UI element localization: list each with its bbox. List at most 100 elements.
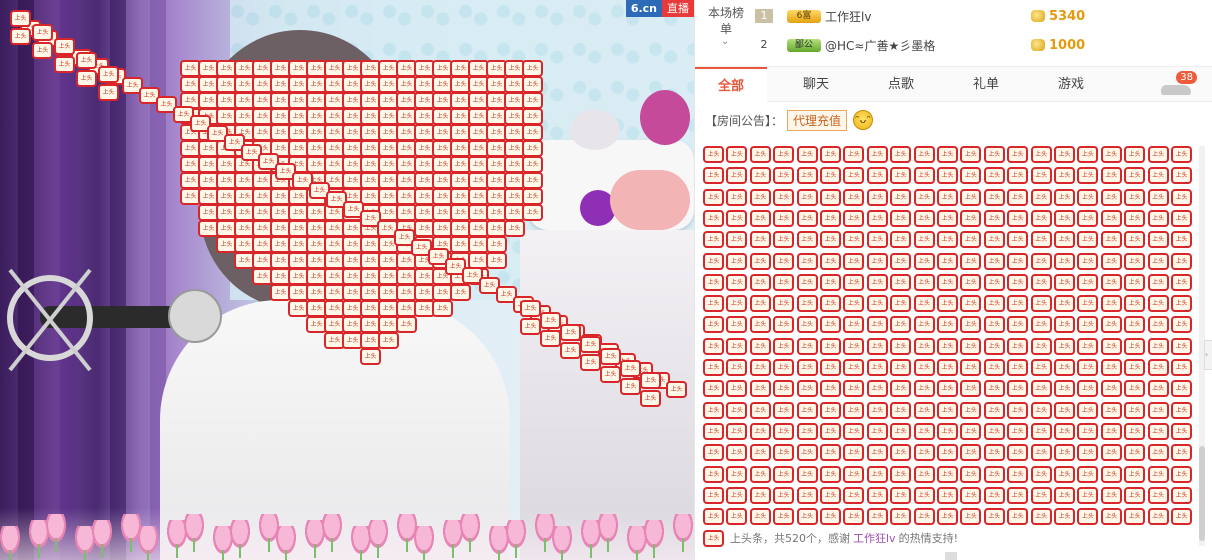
rank-user-name[interactable]: @HC≈广善★彡墨格 [825, 37, 1031, 54]
gift-token-icon: 上头条 [843, 401, 865, 419]
rank-row[interactable]: 1 6富 工作狂lv 5340 [755, 3, 1195, 29]
gift-token-icon: 上头条 [726, 508, 748, 526]
gift-token-icon: 上头条 [1007, 209, 1029, 227]
gift-token-icon: 上头条 [960, 273, 982, 291]
gift-token-icon: 上头条 [820, 316, 841, 334]
gift-token-icon: 上头条 [983, 465, 1005, 483]
chat-message-area[interactable]: 上头条上头条上头条上头条上头条上头条上头条上头条上头条上头条上头条上头条上头条上… [703, 146, 1197, 532]
gift-token-icon: 上头条 [1007, 295, 1029, 313]
gift-token-icon: 上头条 [1100, 380, 1122, 398]
gift-token-icon: 上头条 [1007, 422, 1029, 440]
panel-expand-arrow-icon[interactable]: › [1204, 340, 1212, 370]
brand-badge[interactable]: 6.cn 直播 [625, 0, 694, 17]
gift-token-icon: 上头条 [749, 273, 771, 291]
gift-token-icon: 上头条 [913, 167, 935, 185]
tab-song-request[interactable]: 点歌 [865, 67, 937, 102]
gift-token-icon: 上头条 [1077, 337, 1099, 355]
gift-token-icon: 上头条 [913, 252, 935, 270]
gift-token-icon: 上头条 [796, 167, 818, 185]
gift-token-icon: 上头条 [1124, 188, 1146, 206]
gift-token-icon: 上头条 [866, 167, 888, 185]
gift-token-icon: 上头条 [866, 465, 888, 483]
gift-token-icon: 上头条 [1124, 422, 1146, 440]
coin-icon [1031, 10, 1045, 22]
gift-token-icon: 上头条 [1030, 167, 1052, 185]
gift-token-icon: 上头条 [1054, 508, 1075, 526]
gift-token-icon: 上头条 [890, 146, 912, 163]
gift-token-icon: 上头条 [773, 465, 795, 483]
gift-token-icon: 上头条 [937, 337, 958, 355]
grin-emoji-icon: ᵔᴗᵔ [853, 110, 874, 130]
gift-token-icon: 上头条 [796, 273, 818, 291]
gift-token-icon: 上头条 [960, 146, 982, 163]
gift-token-icon: 上头条 [866, 486, 888, 504]
gift-token-icon: 上头条 [1124, 295, 1146, 313]
gift-token-icon: 上头条 [1030, 316, 1052, 334]
gift-token-icon: 上头条 [749, 337, 771, 355]
gift-token-icon: 上头条 [1100, 146, 1122, 163]
chat-user-link[interactable]: 工作狂lv [853, 530, 896, 546]
gift-token-icon: 上头条 [913, 146, 935, 163]
gift-token-icon: 上头条 [866, 273, 888, 291]
gift-token-icon: 上头条 [1007, 231, 1029, 249]
gift-token-icon: 上头条 [1054, 188, 1075, 206]
gift-token-icon: 上头条 [866, 508, 888, 526]
live-video[interactable]: 上头条上头条上头条上头条上头条上头条上头条上头条上头条上头条上头条上头条上头条上… [0, 0, 694, 560]
gift-token-icon: 上头条 [1030, 508, 1052, 526]
gift-token-icon: 上头条 [726, 465, 748, 483]
gift-token-icon: 上头条 [983, 167, 1005, 185]
gift-token-icon: 上头条 [937, 422, 958, 440]
gift-token-icon: 上头条 [600, 348, 621, 365]
tulip-icon [46, 514, 66, 552]
gift-token-icon: 上头条 [1077, 422, 1099, 440]
gift-token-icon: 上头条 [796, 486, 818, 504]
gift-token-icon: 上头条 [866, 401, 888, 419]
gift-token-icon: 上头条 [1054, 316, 1075, 334]
rank-board: 本场榜单 ⌄ 1 6富 工作狂lv 5340 2 鄙公 @HC≈广善★彡墨格 1… [695, 0, 1212, 66]
gift-token-icon: 上头条 [520, 318, 541, 335]
agent-recharge-button[interactable]: 代理充值 [787, 109, 848, 131]
gift-token-icon: 上头条 [866, 295, 888, 313]
gift-token-icon: 上头条 [866, 209, 888, 227]
tab-chat[interactable]: 聊天 [780, 67, 852, 102]
gift-token-icon: 上头条 [522, 60, 543, 77]
gift-token-icon: 上头条 [1100, 486, 1122, 504]
gift-token-icon: 上头条 [98, 84, 119, 101]
gift-token-icon: 上头条 [796, 209, 818, 227]
gift-token-icon: 上头条 [1124, 486, 1146, 504]
tab-games[interactable]: 游戏 [1035, 67, 1107, 102]
rank-row[interactable]: 2 鄙公 @HC≈广善★彡墨格 1000 [755, 32, 1195, 58]
rank-user-name[interactable]: 工作狂lv [825, 8, 1031, 25]
gift-token-icon: 上头条 [913, 359, 935, 376]
rank-board-label[interactable]: 本场榜单 [707, 5, 745, 37]
chevron-down-icon[interactable]: ⌄ [721, 36, 729, 47]
gift-token-icon: 上头条 [703, 444, 724, 462]
gift-token-icon: 上头条 [1054, 209, 1075, 227]
gift-token-icon: 上头条 [522, 156, 543, 173]
gift-token-icon: 上头条 [937, 295, 958, 313]
gift-token-icon: 上头条 [1054, 337, 1075, 355]
gift-token-icon: 上头条 [1030, 252, 1052, 270]
gift-token-icon: 上头条 [749, 359, 771, 376]
gift-token-icon: 上头条 [937, 444, 958, 462]
gift-token-icon: 上头条 [1147, 465, 1169, 483]
tab-gift-list[interactable]: 礼单 [950, 67, 1022, 102]
gift-token-icon: 上头条 [1100, 231, 1122, 249]
gift-token-icon: 上头条 [1124, 231, 1146, 249]
gift-token-icon: 上头条 [913, 295, 935, 313]
tulip-icon [598, 514, 618, 552]
gift-token-icon: 上头条 [796, 316, 818, 334]
car-button[interactable]: 38 [1159, 71, 1197, 99]
scrollbar-thumb[interactable] [1199, 446, 1205, 541]
gift-token-icon: 上头条 [1054, 465, 1075, 483]
tab-all[interactable]: 全部 [695, 67, 767, 102]
gift-token-icon: 上头条 [820, 295, 841, 313]
gift-token-icon: 上头条 [726, 337, 748, 355]
gift-token-icon: 上头条 [773, 188, 795, 206]
gift-token-icon: 上头条 [54, 56, 75, 73]
gift-token-icon: 上头条 [726, 401, 748, 419]
gift-token-icon: 上头条 [866, 252, 888, 270]
gift-token-icon: 上头条 [1171, 444, 1192, 462]
gift-token-icon: 上头条 [749, 252, 771, 270]
resize-grip[interactable] [945, 552, 957, 560]
